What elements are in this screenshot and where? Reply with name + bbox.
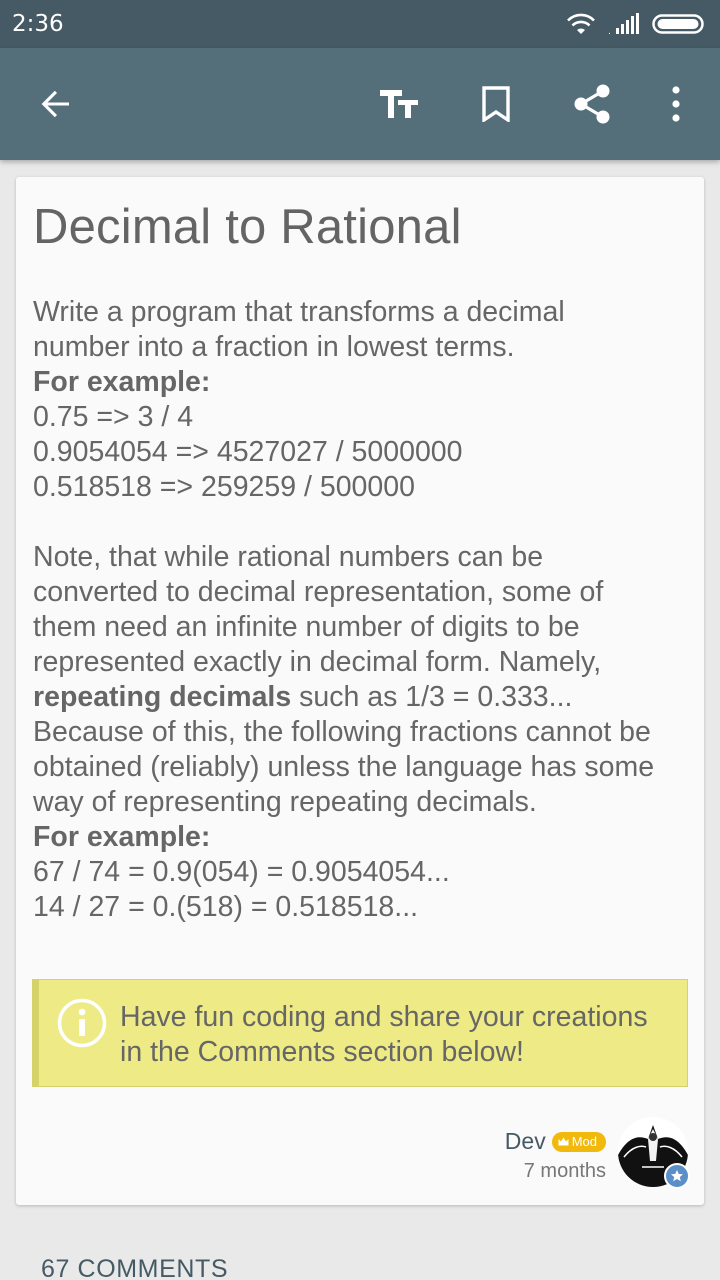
status-icons: .	[566, 12, 706, 36]
lesson-text-line: Because of this, the following fractions…	[33, 716, 651, 748]
info-text-line: Have fun coding and share your creations	[120, 1001, 648, 1033]
back-arrow-icon	[41, 90, 69, 118]
author-name-row: Dev Mod	[505, 1128, 606, 1155]
mod-badge-label: Mod	[571, 1134, 597, 1149]
example-heading: For example:	[33, 365, 693, 400]
repeating-decimals-term: repeating decimals	[33, 681, 292, 713]
share-button[interactable]	[560, 48, 624, 160]
example-line: 0.518518 => 259259 / 500000	[33, 471, 415, 503]
svg-text:.: .	[608, 27, 611, 36]
lesson-text-line: way of representing repeating decimals.	[33, 786, 537, 818]
wifi-icon	[567, 13, 595, 34]
share-icon	[574, 84, 610, 124]
crown-icon	[558, 1137, 569, 1146]
info-callout: Have fun coding and share your creations…	[32, 979, 688, 1087]
lesson-text-line: represented exactly in decimal form. Nam…	[33, 646, 602, 678]
lesson-text-line: Write a program that transforms a decima…	[33, 296, 565, 328]
author-block[interactable]: Dev Mod 7 months	[448, 1117, 690, 1191]
example-heading-text: For example:	[33, 821, 211, 853]
status-bar: 2:36 .	[0, 0, 720, 48]
author-name[interactable]: Dev	[505, 1128, 546, 1155]
lesson-text-line: number into a fraction in lowest terms.	[33, 331, 515, 363]
example-line: 67 / 74 = 0.9(054) = 0.9054054...	[33, 856, 450, 888]
info-text: Have fun coding and share your creations…	[120, 1000, 690, 1070]
lesson-text-rest: such as 1/3 = 0.333...	[291, 681, 573, 713]
bookmark-button[interactable]	[464, 48, 528, 160]
info-icon	[57, 998, 107, 1048]
bookmark-icon	[482, 86, 510, 122]
example-heading-text: For example:	[33, 366, 211, 398]
text-size-icon	[380, 90, 418, 118]
example-line: 0.75 => 3 / 4	[33, 401, 194, 433]
lesson-card: Decimal to Rational Write a program that…	[16, 177, 704, 1205]
battery-icon	[652, 14, 704, 34]
back-button[interactable]	[24, 48, 88, 160]
info-text-line: in the Comments section below!	[120, 1036, 524, 1068]
mod-badge: Mod	[551, 1131, 606, 1152]
star-icon	[671, 1170, 683, 1182]
level-badge	[664, 1163, 690, 1189]
more-options-button[interactable]	[644, 48, 708, 160]
more-vert-icon	[672, 86, 680, 122]
lesson-text-line: repeating decimals such as 1/3 = 0.333..…	[33, 680, 693, 715]
example-heading: For example:	[33, 820, 693, 855]
lesson-title: Decimal to Rational	[33, 200, 462, 254]
text-size-button[interactable]	[368, 48, 432, 160]
example-line: 0.9054054 => 4527027 / 5000000	[33, 436, 463, 468]
lesson-text-line: them need an infinite number of digits t…	[33, 611, 580, 643]
lesson-text-line: Note, that while rational numbers can be	[33, 541, 544, 573]
comments-count-label[interactable]: 67 COMMENTS	[41, 1255, 228, 1280]
app-bar	[0, 48, 720, 160]
avatar[interactable]	[618, 1117, 690, 1189]
lesson-text-line: obtained (reliably) unless the language …	[33, 751, 655, 783]
lesson-body: Write a program that transforms a decima…	[33, 295, 693, 925]
signal-icon: .	[608, 13, 639, 36]
post-time: 7 months	[523, 1160, 606, 1182]
example-line: 14 / 27 = 0.(518) = 0.518518...	[33, 891, 419, 923]
status-time: 2:36	[12, 11, 64, 37]
lesson-text-line: converted to decimal representation, som…	[33, 576, 604, 608]
